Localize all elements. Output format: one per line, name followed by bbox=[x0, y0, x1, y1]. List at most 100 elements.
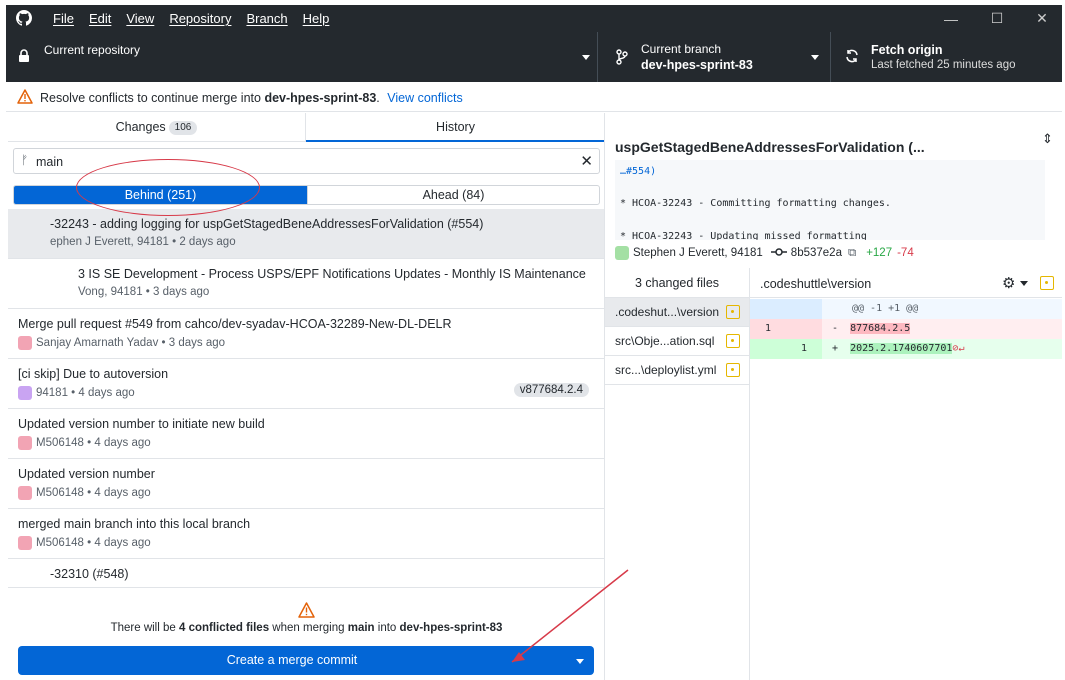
commit-summary-title: uspGetStagedBeneAddressesForValidation (… bbox=[615, 139, 925, 155]
commit-author: Stephen J Everett, 94181 bbox=[633, 247, 763, 259]
additions-count: +127 bbox=[866, 247, 893, 259]
file-item[interactable]: src\Obje...ation.sql bbox=[605, 327, 750, 356]
commit-meta-row: Stephen J Everett, 94181 8b537e2a ⧉ +127… bbox=[615, 246, 914, 260]
merge-conflict-message: There will be 4 conflicted files when me… bbox=[8, 622, 604, 634]
gear-icon[interactable]: ⚙ bbox=[1002, 274, 1015, 292]
changed-files-header: 3 changed files bbox=[605, 268, 750, 298]
ahead-tab[interactable]: Ahead (84) bbox=[307, 186, 599, 204]
menu-repository[interactable]: Repository bbox=[169, 11, 231, 26]
menu-edit[interactable]: Edit bbox=[89, 11, 111, 26]
current-branch-button[interactable]: Current branch dev-hpes-sprint-83 bbox=[604, 32, 831, 82]
create-merge-commit-label: Create a merge commit bbox=[226, 653, 358, 667]
diff-line-content: + 2025.2.1740607701⊘↵ bbox=[832, 343, 965, 354]
commit-meta: Sanjay Amarnath Yadav • 3 days ago bbox=[18, 336, 225, 350]
behind-ahead-toggle: Behind (251) Ahead (84) bbox=[13, 185, 600, 205]
banner-text: Resolve conflicts to continue merge into… bbox=[40, 91, 463, 105]
tab-bar: Changes 106 History bbox=[8, 113, 604, 142]
list-item[interactable]: [ci skip] Due to autoversion 94181 • 4 d… bbox=[8, 359, 604, 409]
github-logo-icon bbox=[16, 10, 32, 29]
commit-title: Updated version number bbox=[18, 467, 155, 481]
commit-meta: 94181 • 4 days ago bbox=[18, 386, 135, 400]
commit-sha: 8b537e2a bbox=[790, 247, 842, 259]
file-item[interactable]: src...\deploylist.yml bbox=[605, 356, 750, 385]
behind-tab[interactable]: Behind (251) bbox=[14, 186, 307, 204]
toolbar: Current repository Current branch dev-hp… bbox=[6, 32, 1062, 82]
commit-meta: M506148 • 4 days ago bbox=[18, 536, 151, 550]
commit-title: 3 IS SE Development - Process USPS/EPF N… bbox=[78, 267, 588, 281]
close-window-button[interactable]: ✕ bbox=[1019, 5, 1065, 32]
commit-list: -32243 - adding logging for uspGetStaged… bbox=[8, 209, 604, 609]
banner-prefix: Resolve conflicts to continue merge into bbox=[40, 91, 261, 105]
chevron-down-icon bbox=[582, 55, 590, 60]
menu-help[interactable]: Help bbox=[303, 11, 330, 26]
avatar bbox=[18, 386, 32, 400]
commit-meta-text: M506148 • 4 days ago bbox=[36, 537, 151, 549]
file-path: src\Obje...ation.sql bbox=[615, 334, 715, 348]
branch-icon: ᚠ bbox=[21, 153, 29, 167]
commit-body-line: * HCOA-32243 - Updating missed formattin… bbox=[620, 231, 867, 240]
list-item[interactable]: Updated version number to initiate new b… bbox=[8, 409, 604, 459]
copy-icon[interactable]: ⧉ bbox=[848, 247, 856, 260]
commit-body-line: * HCOA-32243 - Committing formatting cha… bbox=[620, 198, 891, 209]
file-path: .codeshut...\version bbox=[615, 305, 720, 319]
menu-branch[interactable]: Branch bbox=[246, 11, 287, 26]
merge-options-dropdown[interactable] bbox=[566, 646, 594, 675]
minimize-button[interactable]: — bbox=[928, 5, 974, 32]
commit-title: merged main branch into this local branc… bbox=[18, 517, 251, 531]
sync-icon bbox=[845, 49, 859, 66]
chevron-down-icon bbox=[1020, 281, 1028, 286]
changed-files-list: .codeshut...\version src\Obje...ation.sq… bbox=[605, 298, 750, 385]
modified-icon bbox=[726, 334, 740, 348]
list-item[interactable]: Updated version number M506148 • 4 days … bbox=[8, 459, 604, 509]
commit-detail-pane: ⇕ uspGetStagedBeneAddressesForValidation… bbox=[605, 113, 1062, 680]
commit-title: Merge pull request #549 from cahco/dev-s… bbox=[18, 317, 452, 331]
merge-msg-mid: when merging bbox=[272, 622, 345, 634]
lock-icon bbox=[18, 49, 30, 66]
current-repository-label: Current repository bbox=[44, 43, 141, 57]
old-line-number: 1 bbox=[750, 319, 786, 339]
added-text: 2025.2.1740607701 bbox=[850, 343, 953, 354]
history-pane: Changes 106 History ᚠ main ✕ Behind (251)… bbox=[8, 113, 605, 680]
commit-sha-icon bbox=[770, 247, 787, 260]
expand-icon[interactable]: ⇕ bbox=[1042, 131, 1053, 147]
hunk-text: @@ -1 +1 @@ bbox=[852, 303, 919, 314]
tab-history[interactable]: History bbox=[306, 113, 604, 142]
fetch-origin-button[interactable]: Fetch origin Last fetched 25 minutes ago bbox=[832, 32, 1062, 82]
avatar bbox=[18, 486, 32, 500]
list-item[interactable]: 3 IS SE Development - Process USPS/EPF N… bbox=[8, 259, 604, 309]
create-merge-commit-button[interactable]: Create a merge commit bbox=[18, 646, 594, 675]
list-item[interactable]: -32243 - adding logging for uspGetStaged… bbox=[8, 209, 604, 259]
new-line-number: 1 bbox=[786, 339, 822, 359]
commit-meta-text: M506148 • 4 days ago bbox=[36, 437, 151, 449]
maximize-button[interactable]: ☐ bbox=[974, 5, 1020, 32]
avatar bbox=[18, 536, 32, 550]
clear-icon[interactable]: ✕ bbox=[580, 152, 593, 170]
conflict-banner: Resolve conflicts to continue merge into… bbox=[6, 83, 1062, 112]
commit-meta: M506148 • 4 days ago bbox=[18, 436, 151, 450]
conflict-count: 4 conflicted files bbox=[178, 622, 270, 634]
diff-view: @@ -1 +1 @@ 1 - 877684.2.5 1 + 2025.2.17… bbox=[750, 299, 1062, 359]
commit-meta-text: 94181 • 4 days ago bbox=[36, 387, 135, 399]
commit-body-line: …#554) bbox=[620, 166, 657, 177]
alert-icon bbox=[17, 89, 33, 107]
diff-line-content: - 877684.2.5 bbox=[832, 323, 911, 334]
diff-line-deleted: 1 - 877684.2.5 bbox=[750, 319, 1062, 339]
menu-view[interactable]: View bbox=[126, 11, 154, 26]
current-repository-button[interactable]: Current repository bbox=[6, 32, 598, 82]
merge-source-branch: main bbox=[347, 622, 375, 634]
tab-changes[interactable]: Changes 106 bbox=[8, 113, 306, 142]
commit-description: …#554) * HCOA-32243 - Committing formatt… bbox=[615, 160, 1045, 240]
commit-meta: ephen J Everett, 94181 • 2 days ago bbox=[50, 236, 236, 248]
file-item[interactable]: .codeshut...\version bbox=[605, 298, 750, 327]
branch-icon bbox=[616, 49, 628, 68]
view-conflicts-link[interactable]: View conflicts bbox=[387, 91, 463, 105]
diff-file-path: .codeshuttle\version bbox=[760, 277, 872, 291]
version-tag: v877684.2.4 bbox=[513, 383, 589, 397]
list-item[interactable]: Merge pull request #549 from cahco/dev-s… bbox=[8, 309, 604, 359]
merge-target-branch: dev-hpes-sprint-83 bbox=[399, 622, 503, 634]
list-item[interactable]: merged main branch into this local branc… bbox=[8, 509, 604, 559]
branch-filter-input[interactable]: ᚠ main ✕ bbox=[13, 148, 600, 174]
menu-file[interactable]: File bbox=[53, 11, 74, 26]
file-path: src...\deploylist.yml bbox=[615, 363, 717, 377]
commit-meta: Vong, 94181 • 3 days ago bbox=[78, 286, 210, 298]
